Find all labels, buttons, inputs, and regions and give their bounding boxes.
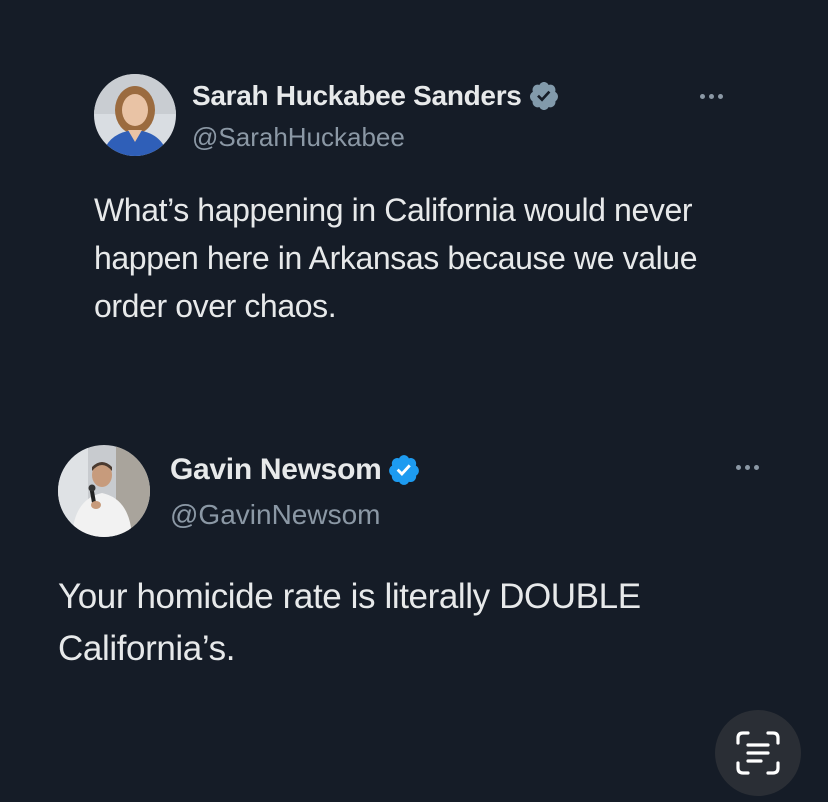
- more-options-icon[interactable]: [700, 86, 723, 106]
- handle[interactable]: @GavinNewsom: [170, 499, 380, 531]
- verified-badge-icon: [389, 455, 420, 485]
- tweet-text: What’s happening in California would nev…: [94, 192, 698, 324]
- tweet-text: Your homicide rate is literally DOUBLE C…: [58, 577, 641, 668]
- display-name[interactable]: Sarah Huckabee Sanders: [192, 80, 522, 112]
- live-text-scan-button[interactable]: [715, 710, 801, 796]
- avatar[interactable]: [94, 74, 176, 156]
- handle[interactable]: @SarahHuckabee: [192, 122, 405, 153]
- display-name[interactable]: Gavin Newsom: [170, 453, 382, 487]
- avatar[interactable]: [58, 445, 150, 537]
- live-text-scan-icon: [736, 731, 780, 775]
- more-options-icon[interactable]: [736, 457, 759, 477]
- verified-badge-icon: [529, 82, 558, 110]
